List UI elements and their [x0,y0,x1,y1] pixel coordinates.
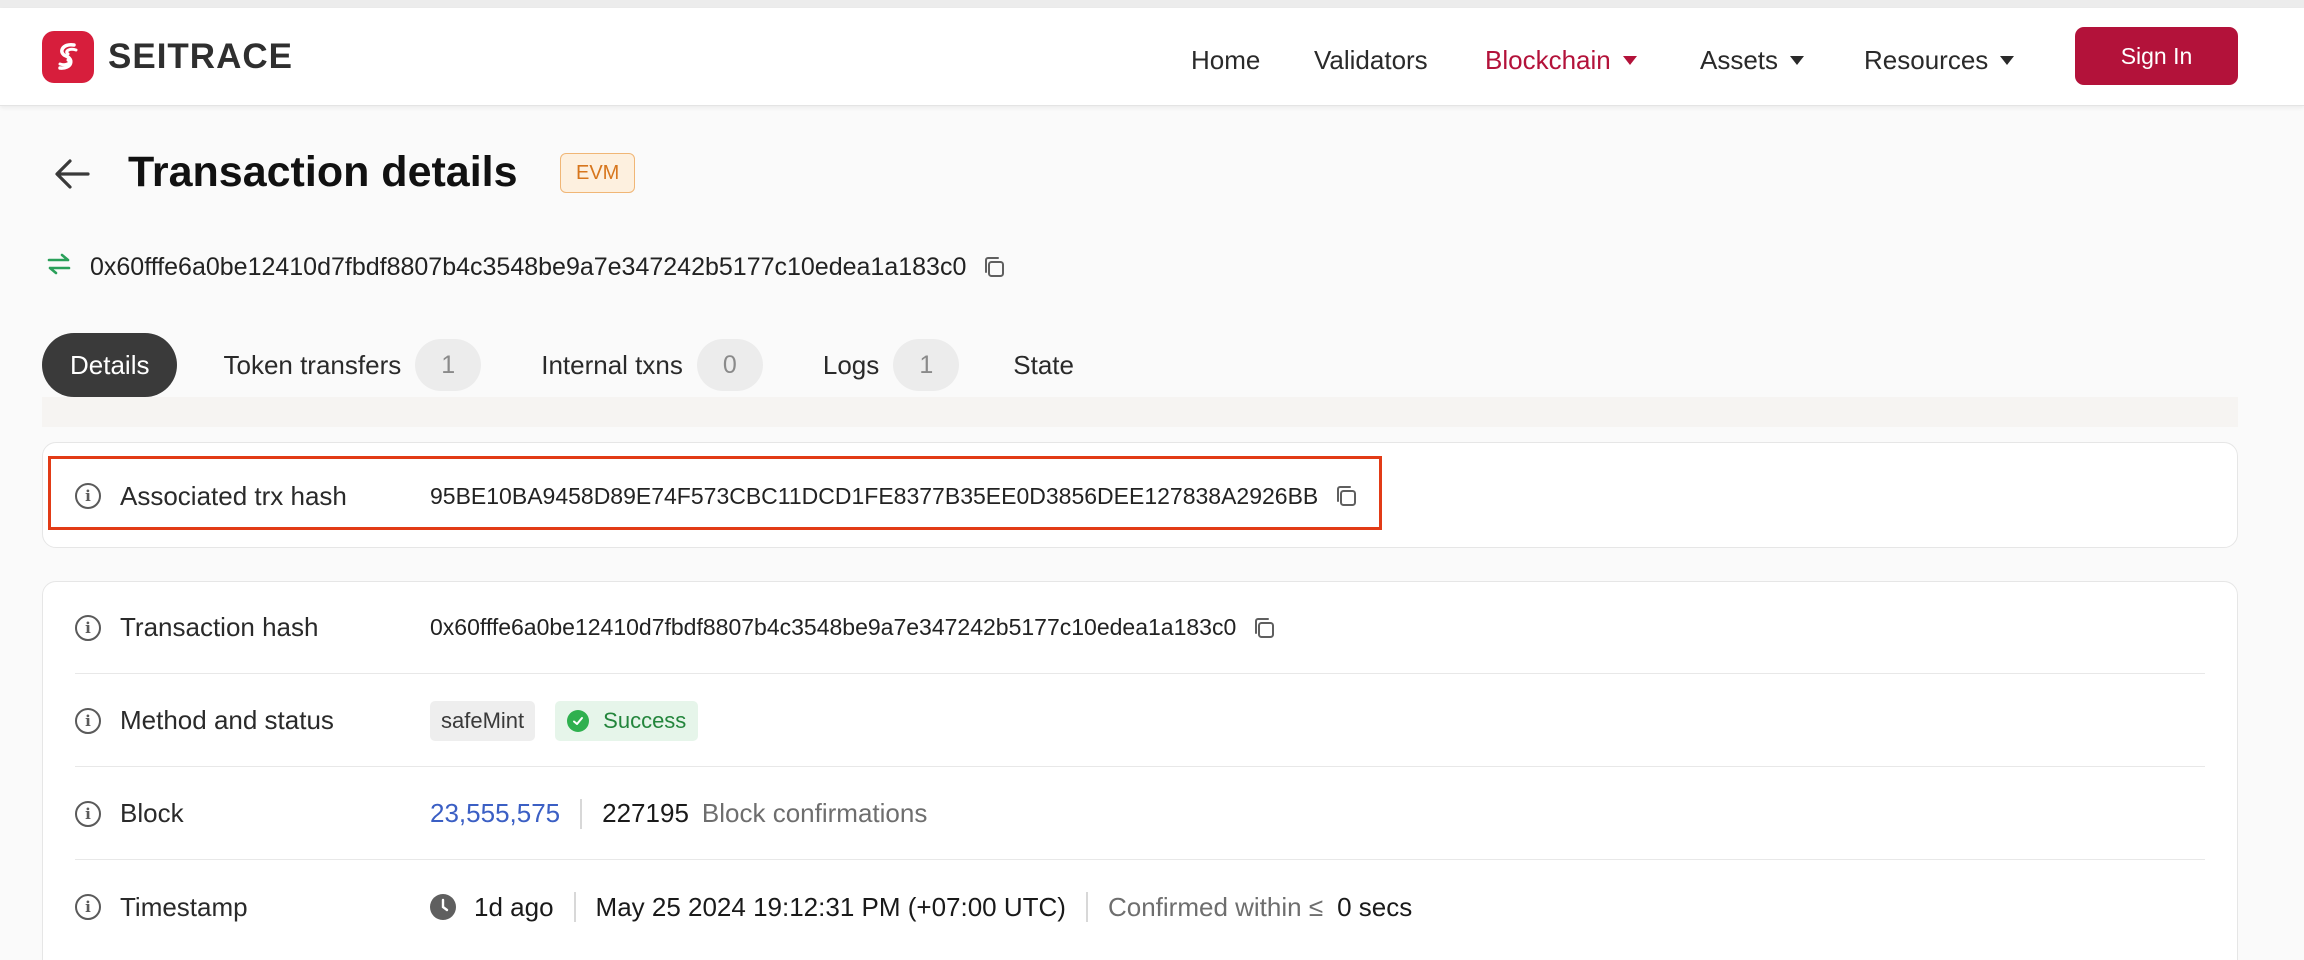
copy-icon[interactable] [981,254,1007,280]
timestamp-row: i Timestamp 1d ago May 25 2024 19:12:31 … [75,861,2205,953]
info-icon[interactable]: i [75,800,101,827]
method-status-label: Method and status [120,705,334,735]
tab-label: Internal txns [541,349,683,380]
block-label: Block [120,798,184,828]
section-divider-strip [42,397,2238,427]
block-confirmations-label: Block confirmations [701,798,928,828]
tab-token-transfers[interactable]: Token transfers 1 [197,333,507,397]
sign-in-button[interactable]: Sign In [2075,27,2238,85]
status-badge: Success [555,700,699,741]
method-status-row: i Method and status safeMint Success [75,675,2205,767]
transaction-details-card: i Transaction hash 0x60fffe6a0be12410d7f… [42,581,2238,960]
block-row: i Block 23,555,575 227195 Block confirma… [75,768,2205,860]
caret-down-icon [1622,55,1637,65]
block-confirmations-count: 227195 [602,798,689,828]
tx-hash-text: 0x60fffe6a0be12410d7fbdf8807b4c3548be9a7… [90,252,967,281]
transfer-arrows-icon [46,252,72,283]
tab-count-badge: 1 [415,339,482,391]
tab-internal-txns[interactable]: Internal txns 0 [515,333,789,397]
tab-bar: Details Token transfers 1 Internal txns … [42,333,1100,397]
transaction-hash-label: Transaction hash [120,612,319,642]
method-badge: safeMint [430,700,536,741]
tx-hash-header: 0x60fffe6a0be12410d7fbdf8807b4c3548be9a7… [46,252,1007,282]
nav-validators[interactable]: Validators [1314,40,1428,80]
nav-blockchain-label: Blockchain [1485,44,1611,75]
page-title: Transaction details [128,148,518,196]
nav-home-label: Home [1191,44,1261,75]
caret-down-icon [2000,55,2015,65]
tab-details[interactable]: Details [42,333,178,397]
tab-label: Token transfers [223,349,402,380]
nav-blockchain[interactable]: Blockchain [1485,40,1637,80]
brand-logo[interactable]: SEITRACE [42,30,293,84]
info-icon[interactable]: i [75,894,101,920]
tab-label: Details [70,349,150,380]
confirmed-within-value: 0 secs [1337,891,1413,922]
tab-count-badge: 1 [893,339,960,391]
divider [580,798,583,829]
info-icon[interactable]: i [75,614,101,641]
check-circle-icon [567,709,590,732]
timestamp-ago: 1d ago [474,891,554,922]
back-arrow-icon[interactable] [52,156,92,192]
block-number-link[interactable]: 23,555,575 [430,798,560,829]
caret-down-icon [1790,55,1805,65]
tab-count-badge: 0 [696,339,763,391]
nav-assets-label: Assets [1700,44,1779,75]
nav-assets[interactable]: Assets [1700,40,1805,80]
nav-resources-label: Resources [1864,44,1989,75]
highlight-box [48,456,1382,530]
status-text: Success [603,707,687,733]
transaction-hash-row: i Transaction hash 0x60fffe6a0be12410d7f… [75,582,2205,674]
tab-state[interactable]: State [987,333,1100,397]
timestamp-label: Timestamp [120,891,248,922]
confirmed-within-label: Confirmed within ≤ [1107,891,1324,922]
copy-icon[interactable] [1251,615,1277,641]
transaction-hash-value: 0x60fffe6a0be12410d7fbdf8807b4c3548be9a7… [430,614,1237,640]
divider [1085,892,1088,922]
divider [573,892,576,922]
evm-badge: EVM [560,153,636,193]
nav-validators-label: Validators [1314,44,1428,75]
brand-name: SEITRACE [108,37,293,76]
seitrace-logo-icon [42,31,94,83]
nav-home[interactable]: Home [1191,40,1260,80]
tab-label: State [1013,349,1074,380]
nav-resources[interactable]: Resources [1864,40,2015,80]
info-icon[interactable]: i [75,707,101,734]
tab-logs[interactable]: Logs 1 [797,333,985,397]
tab-label: Logs [822,349,880,380]
clock-icon [430,894,456,920]
navbar: SEITRACE Home Validators Blockchain Asse… [0,8,2304,106]
timestamp-datetime: May 25 2024 19:12:31 PM (+07:00 UTC) [595,891,1066,922]
top-border [0,0,2304,8]
